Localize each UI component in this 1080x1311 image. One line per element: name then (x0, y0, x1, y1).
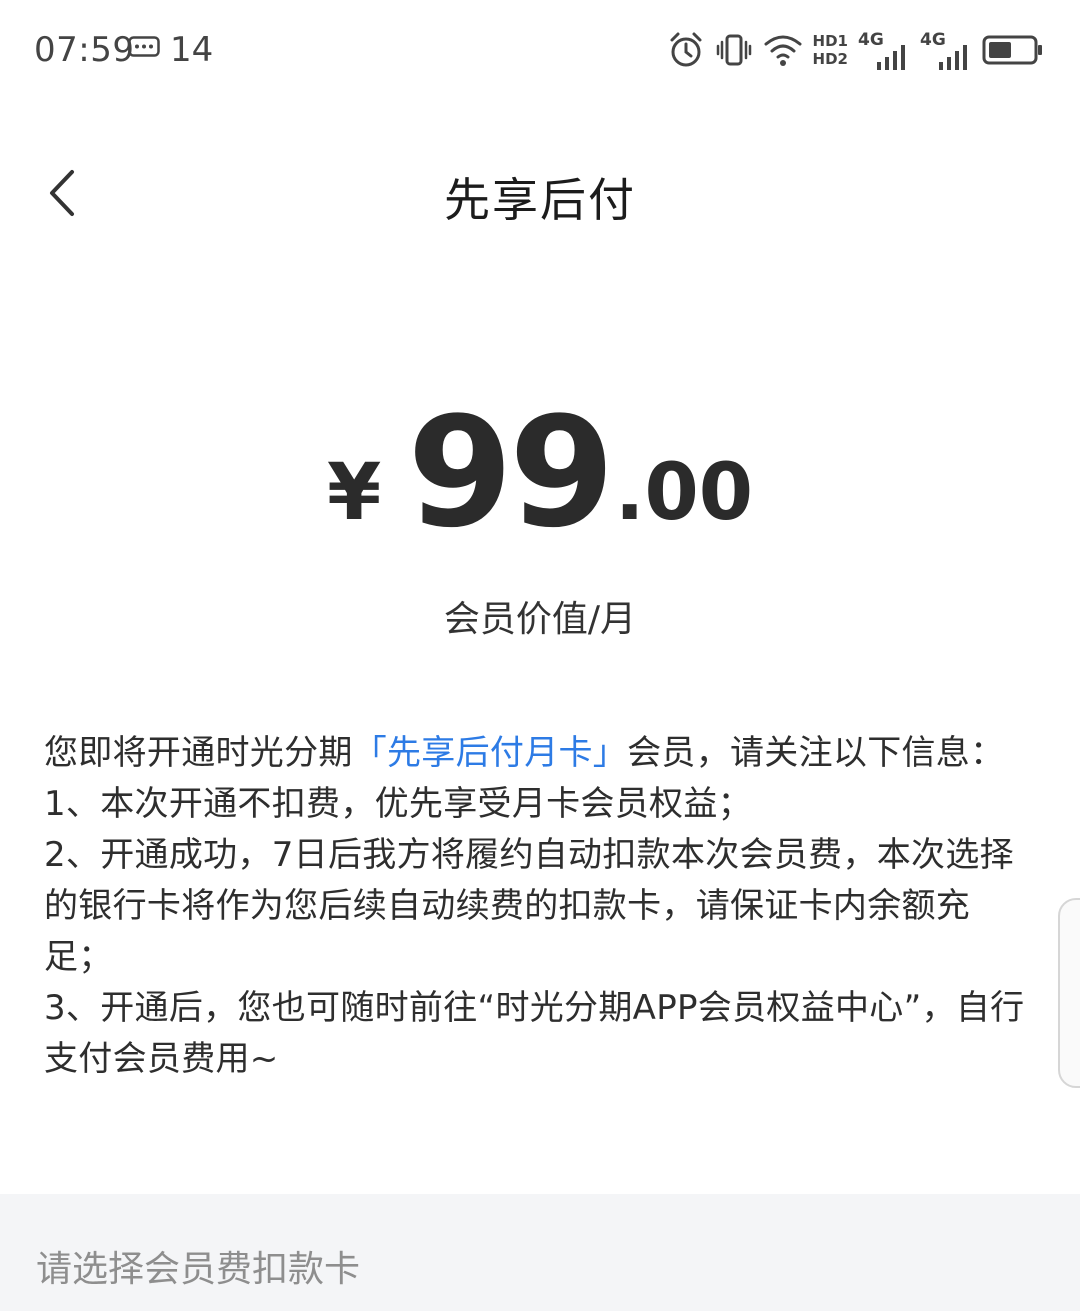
info-intro-after: 会员，请关注以下信息： (627, 733, 1005, 773)
info-intro: 您即将开通时光分期「先享后付月卡」会员，请关注以下信息： (44, 728, 1034, 779)
info-intro-before: 您即将开通时光分期 (44, 733, 353, 773)
wifi-icon (764, 35, 802, 66)
page-title: 先享后付 (444, 173, 636, 227)
info-intro-highlight[interactable]: 「先享后付月卡」 (353, 733, 627, 773)
status-time: 07:59 (34, 30, 135, 70)
notification-count: 14 (170, 30, 214, 70)
navigation-header: 先享后付 (0, 140, 1080, 250)
network-1: 4G (858, 30, 910, 70)
price-caption: 会员价值/月 (443, 599, 637, 640)
info-item-1: 1、本次开通不扣费，优先享受月卡会员权益； (44, 784, 752, 824)
payment-card-placeholder: 请选择会员费扣款卡 (36, 1249, 361, 1290)
info-item-3: 3、开通后，您也可随时前往“时光分期APP会员权益中心”，自行支付会员费用~ (44, 988, 1025, 1079)
info-item-2: 2、开通成功，7日后我方将履约自动扣款本次会员费，本次选择的银行卡将作为您后续自… (44, 835, 1014, 977)
hd-indicator: HD1 HD2 (813, 32, 848, 68)
network-2: 4G (920, 30, 972, 70)
vibrate-icon (716, 34, 751, 66)
status-icons: HD1 HD2 4G 4G (667, 26, 1044, 74)
signal-icon (939, 45, 967, 70)
price-decimal: .00 (614, 448, 753, 538)
hd1-label: HD1 (812, 32, 848, 50)
membership-info: 您即将开通时光分期「先享后付月卡」会员，请关注以下信息： 1、本次开通不扣费，优… (44, 728, 1034, 1085)
price-integer: 99 (407, 384, 615, 561)
hd2-label: HD2 (812, 50, 848, 68)
payment-card-selector[interactable]: 请选择会员费扣款卡 (0, 1194, 1080, 1311)
alarm-icon (670, 32, 702, 67)
signal-icon (877, 45, 905, 70)
price-currency: ¥ (327, 448, 382, 538)
battery-icon (982, 35, 1042, 65)
status-bar: 07:59 14 HD1 HD2 4G 4G (0, 0, 1080, 100)
message-icon (128, 36, 160, 57)
side-drag-handle[interactable] (1058, 898, 1080, 1088)
price-display: ¥ 99 .00 (0, 384, 1080, 561)
